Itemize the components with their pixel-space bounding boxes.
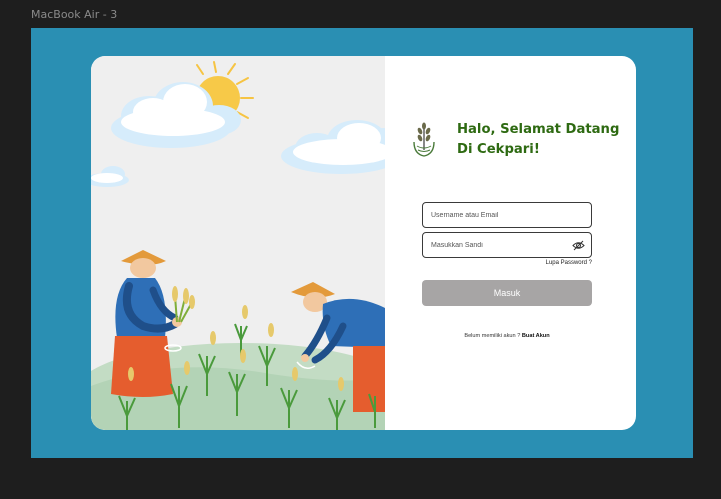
eye-slash-icon[interactable] bbox=[572, 239, 585, 252]
login-card: Halo, Selamat Datang Di Cekpari! Lupa Pa… bbox=[91, 56, 636, 430]
password-input[interactable] bbox=[423, 233, 563, 257]
login-button[interactable]: Masuk bbox=[422, 280, 592, 306]
signup-prompt: Belum memiliki akun ? Buat Akun bbox=[422, 333, 592, 339]
farmers-illustration bbox=[91, 56, 385, 430]
login-panel: Halo, Selamat Datang Di Cekpari! Lupa Pa… bbox=[385, 56, 636, 430]
artboard-frame: Halo, Selamat Datang Di Cekpari! Lupa Pa… bbox=[31, 28, 693, 458]
password-field[interactable] bbox=[422, 232, 592, 258]
rice-plant-logo-icon bbox=[410, 120, 438, 160]
create-account-link[interactable]: Buat Akun bbox=[522, 333, 550, 339]
frame-label: MacBook Air - 3 bbox=[31, 8, 118, 21]
username-input[interactable] bbox=[423, 203, 563, 227]
forgot-password-link[interactable]: Lupa Password ? bbox=[422, 260, 592, 266]
no-account-text: Belum memiliki akun ? bbox=[464, 333, 521, 339]
username-field[interactable] bbox=[422, 202, 592, 228]
welcome-title: Halo, Selamat Datang Di Cekpari! bbox=[457, 122, 620, 157]
